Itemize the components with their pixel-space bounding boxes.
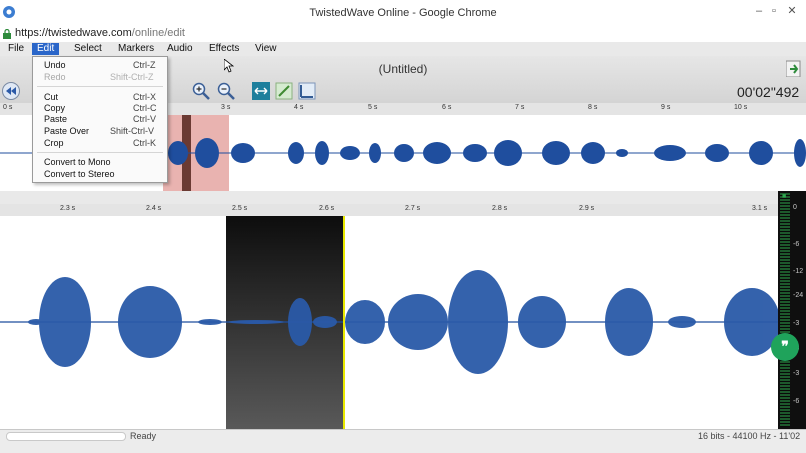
chat-button[interactable]: ❞ — [771, 333, 799, 361]
export-icon[interactable] — [786, 59, 802, 77]
menu-bar: File Edit Select Markers Audio Effects V… — [0, 42, 806, 57]
zoom-selection-icon[interactable] — [252, 82, 270, 100]
edit-menu-dropdown: Undo Ctrl-Z Redo Shift-Ctrl-Z Cut Ctrl-X… — [32, 56, 168, 183]
url-path: /online/edit — [131, 27, 185, 39]
menu-separator — [37, 152, 163, 153]
horizontal-scrollbar[interactable] — [6, 432, 126, 441]
menu-item-undo[interactable]: Undo — [44, 60, 66, 70]
mouse-cursor-icon — [224, 59, 234, 73]
ruler-tick-label: 3 s — [221, 104, 231, 111]
ruler-tick-label: 2.9 s — [579, 205, 595, 212]
ruler-tick-label: 2.8 s — [492, 205, 508, 212]
menu-item-shortcut: Ctrl-K — [133, 138, 156, 148]
app-window: TwistedWave Online - Google Chrome – ▫ ✕… — [0, 0, 806, 453]
zoom-out-icon[interactable] — [217, 82, 235, 100]
ruler-tick-label: 0 s — [3, 104, 13, 111]
ruler-tick-label: 8 s — [588, 104, 598, 111]
address-bar[interactable]: https://twistedwave.com/online/edit — [0, 27, 806, 43]
playhead[interactable] — [343, 216, 345, 429]
menu-file[interactable]: File — [3, 43, 29, 55]
zoom-in-icon[interactable] — [192, 82, 210, 100]
status-text: Ready — [130, 431, 157, 441]
menu-item-shortcut: Ctrl-V — [133, 114, 156, 124]
meter-label: -6 — [793, 241, 800, 248]
fit-view-icon[interactable] — [275, 82, 293, 100]
minimize-button[interactable]: – — [752, 4, 766, 18]
maximize-button[interactable]: ▫ — [767, 4, 781, 18]
menu-item-label: Cut — [44, 92, 59, 102]
ruler-tick-label: 2.3 s — [60, 205, 76, 212]
ruler-tick-label: 3.1 s — [752, 205, 768, 212]
menu-select[interactable]: Select — [69, 43, 107, 55]
menu-item-label: Redo — [44, 72, 66, 82]
main-waveform-trace — [0, 270, 778, 374]
menu-item-shortcut: Ctrl-X — [133, 92, 156, 102]
lock-icon — [3, 29, 11, 39]
menu-item-cut[interactable]: Cut — [44, 92, 58, 102]
meter-label: -3 — [793, 370, 800, 377]
menu-item-shortcut: Shift-Ctrl-Z — [110, 72, 154, 82]
menu-view[interactable]: View — [250, 43, 282, 55]
close-button[interactable]: ✕ — [785, 4, 799, 18]
meter-label: -24 — [793, 292, 804, 299]
ruler-tick-label: 5 s — [368, 104, 378, 111]
menu-item-label: Paste Over — [44, 126, 90, 136]
menu-item-shortcut: Shift-Ctrl-V — [110, 126, 155, 136]
menu-edit[interactable]: Edit — [32, 43, 60, 55]
menu-item-convert-stereo[interactable]: Convert to Stereo — [44, 169, 115, 179]
window-title: TwistedWave Online - Google Chrome — [309, 7, 497, 19]
menu-markers[interactable]: Markers — [113, 43, 159, 55]
divider — [0, 191, 806, 204]
menu-item-label: Convert to Stereo — [44, 169, 115, 179]
menu-item-paste-over[interactable]: Paste Over — [44, 126, 89, 136]
menu-item-crop[interactable]: Crop — [44, 138, 64, 148]
ruler-tick-label: 2.5 s — [232, 205, 248, 212]
menu-item-label: Convert to Mono — [44, 157, 111, 167]
ruler-tick-label: 2.6 s — [319, 205, 335, 212]
menu-item-label: Undo — [44, 60, 66, 70]
ruler-tick-label: 7 s — [515, 104, 525, 111]
meter-label: -6 — [793, 398, 800, 405]
ruler-tick-label: 6 s — [442, 104, 452, 111]
menu-item-shortcut: Ctrl-C — [133, 103, 157, 113]
ruler-tick-label: 9 s — [661, 104, 671, 111]
time-readout: 00'02"492 — [737, 84, 800, 100]
audio-format: 16 bits - 44100 Hz - 11'02 — [698, 431, 801, 441]
ruler-tick-label: 4 s — [294, 104, 304, 111]
menu-item-label: Copy — [44, 103, 66, 113]
menu-item-redo: Redo — [44, 72, 66, 82]
meter-clip-indicator: ■ — [782, 193, 787, 200]
ruler-tick-label: 2.7 s — [405, 205, 421, 212]
menu-item-convert-mono[interactable]: Convert to Mono — [44, 157, 111, 167]
browser-title-bar: TwistedWave Online - Google Chrome – ▫ ✕ — [0, 0, 806, 28]
menu-item-shortcut: Ctrl-Z — [133, 60, 156, 70]
meter-label: 0 — [793, 204, 797, 211]
menu-item-label: Paste — [44, 114, 68, 124]
menu-audio[interactable]: Audio — [162, 43, 198, 55]
url-host: https://twistedwave.com — [15, 27, 132, 39]
url-text[interactable]: https://twistedwave.com/online/edit — [15, 27, 185, 39]
menu-effects[interactable]: Effects — [204, 43, 244, 55]
level-meter-bar — [780, 193, 790, 427]
menu-separator — [37, 86, 163, 87]
ruler-tick-label: 10 s — [734, 104, 748, 111]
menu-item-paste[interactable]: Paste — [44, 114, 67, 124]
menu-item-label: Crop — [44, 138, 64, 148]
zoom-full-icon[interactable] — [298, 82, 316, 100]
ruler-tick-label: 2.4 s — [146, 205, 162, 212]
meter-label: -3 — [793, 320, 800, 327]
menu-item-copy[interactable]: Copy — [44, 103, 65, 113]
rewind-icon[interactable] — [2, 82, 20, 100]
meter-label: -12 — [793, 268, 804, 275]
